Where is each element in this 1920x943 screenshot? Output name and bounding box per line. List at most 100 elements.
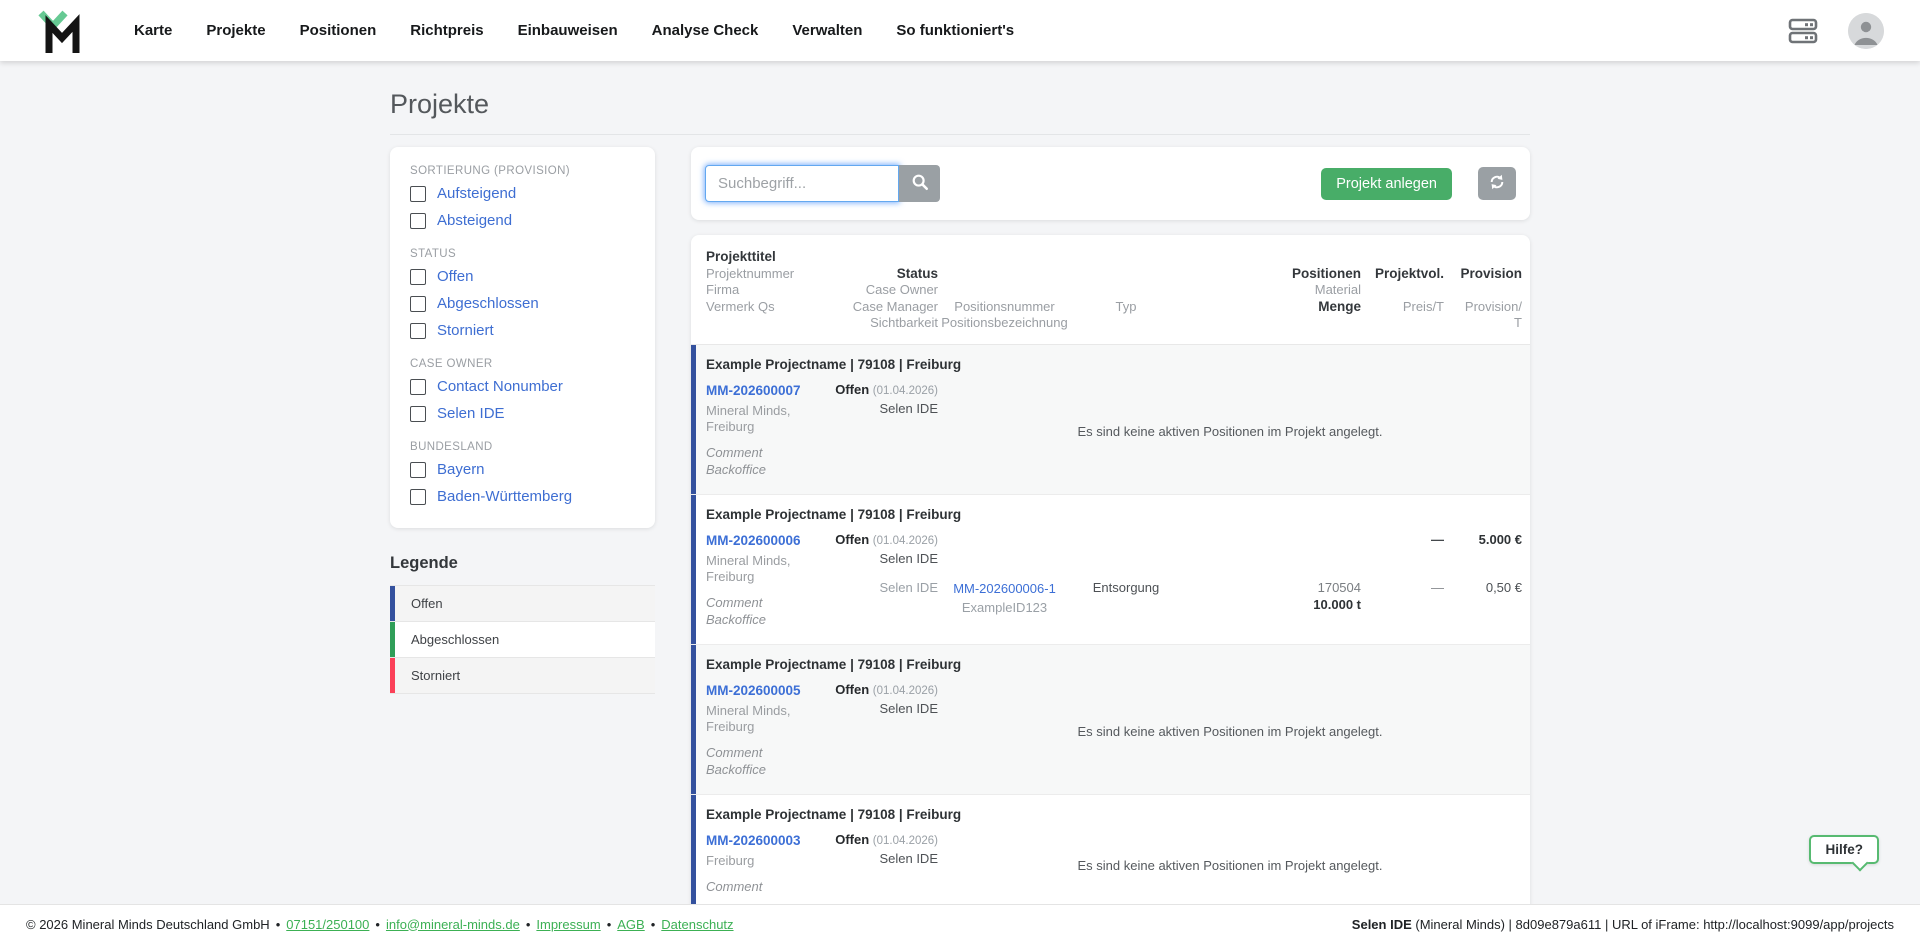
footer-link-info-mineral-minds-de[interactable]: info@mineral-minds.de [386,917,520,932]
checkbox-icon[interactable] [410,378,426,395]
project-notes: Comment Backoffice [706,744,766,777]
search-input[interactable] [705,165,899,202]
header-label: Firma [706,282,740,297]
legend-item: Storniert [390,658,655,694]
case-owner: Selen IDE [879,700,938,716]
nav-item-projekte[interactable]: Projekte [192,14,279,47]
footer-separator: • [606,916,612,932]
legend-list: Offen Abgeschlossen Storniert [390,585,655,694]
checkbox-icon[interactable] [410,268,426,285]
project-company: Mineral Minds, Freiburg [706,552,791,584]
filter-option-bayern[interactable]: Bayern [410,456,635,483]
checkbox-icon[interactable] [410,461,426,478]
projects-table: Projekttitel Projektnummer Firma Vermerk Qs… [691,235,1530,911]
header-label: Provision/ [1464,298,1522,314]
filter-option-offen[interactable]: Offen [410,263,635,290]
nav-right [1786,12,1884,49]
nav-menu: Karte Projekte Positionen Richtpreis Einbauw… [120,14,1028,47]
top-navbar: Karte Projekte Positionen Richtpreis Einbauw… [0,0,1920,61]
filter-option-contact-nonumber[interactable]: Contact Nonumber [410,373,635,400]
nav-item-richtpreis[interactable]: Richtpreis [396,14,497,47]
footer-link-agb[interactable]: AGB [617,917,644,932]
header-label: Typ [1115,298,1137,314]
refresh-button[interactable] [1478,167,1516,200]
help-button[interactable]: Hilfe? [1809,835,1879,864]
checkbox-icon[interactable] [410,295,426,312]
legend-title: Legende [390,554,458,572]
toolbar-actions: Projekt anlegen [1321,167,1516,200]
checkbox-icon[interactable] [410,488,426,505]
table-header: Projekttitel Projektnummer Firma Vermerk Qs… [691,235,1530,345]
filter-option-label: Abgeschlossen [437,295,539,312]
nav-item-analyse-check[interactable]: Analyse Check [638,14,773,47]
footer-separator: • [650,916,656,932]
header-label: Projekttitel [706,249,776,264]
position-number-link[interactable]: MM-202600006-1 [953,581,1056,596]
footer-link-07151-250100[interactable]: 07151/250100 [286,917,369,932]
filter-section-heading: CASE OWNER [410,358,493,370]
header-label: Positionsnummer [954,298,1055,314]
filter-option-aufsteigend[interactable]: Aufsteigend [410,180,635,207]
nav-item-verwalten[interactable]: Verwalten [778,14,876,47]
footer-separator: • [275,916,281,932]
checkbox-icon[interactable] [410,322,426,339]
nav-item-so-funktioniert-s[interactable]: So funktioniert's [882,14,1028,47]
project-provision: 5.000 € [1478,531,1522,547]
project-number-link[interactable]: MM-202600007 [706,383,801,398]
table-row: Example Projectname | 79108 | Freiburg MM… [691,643,1530,794]
mineral-minds-logo-icon[interactable] [36,7,82,55]
filter-option-abgeschlossen[interactable]: Abgeschlossen [410,290,635,317]
status-label: Offen [835,531,870,547]
filter-option-label: Offen [437,268,474,285]
filter-option-absteigend[interactable]: Absteigend [410,207,635,234]
project-status: Offen (01.04.2026) [826,382,938,397]
project-status: Offen (01.04.2026) [826,832,938,847]
checkbox-icon[interactable] [410,405,426,422]
search-button[interactable] [899,165,940,202]
header-label: Menge [1318,298,1361,314]
header-label: Provision [1460,265,1522,281]
main-content: Projekte SORTIERUNG (PROVISION) Aufsteige… [390,61,1530,911]
session-info: Selen IDE (Mineral Minds) | 8d09e879a611… [1352,917,1894,932]
nav-item-einbauweisen[interactable]: Einbauweisen [504,14,632,47]
filter-option-label: Selen IDE [437,405,505,422]
position-label: ExampleID123 [961,599,1048,615]
project-notes: Comment [706,878,763,894]
nav-item-karte[interactable]: Karte [120,14,186,47]
cards-icon[interactable] [1786,17,1820,45]
project-number-link[interactable]: MM-202600006 [706,533,801,548]
create-project-button[interactable]: Projekt anlegen [1321,167,1452,200]
filter-option-label: Storniert [437,322,494,339]
nav-item-positionen[interactable]: Positionen [286,14,391,47]
search-group [705,165,940,202]
project-company: Mineral Minds, Freiburg [706,702,791,734]
project-number-link[interactable]: MM-202600003 [706,833,801,848]
position-type: Entsorgung [1092,579,1160,595]
position-quantity: 10.000 t [1313,596,1361,612]
status-label: Offen [835,681,870,697]
filter-option-baden-württemberg[interactable]: Baden-Württemberg [410,483,635,510]
header-label: Projektvol. [1374,265,1444,281]
filter-option-label: Aufsteigend [437,185,517,202]
project-company: Mineral Minds, Freiburg [706,402,791,434]
toolbar-card: Projekt anlegen [691,147,1530,220]
filter-option-label: Absteigend [437,212,513,229]
filter-option-label: Bayern [437,461,485,478]
footer-link-datenschutz[interactable]: Datenschutz [661,917,733,932]
project-number-link[interactable]: MM-202600005 [706,683,801,698]
checkbox-icon[interactable] [410,185,426,202]
header-column: Typ [1071,249,1181,332]
case-owner: Selen IDE [879,550,938,566]
filter-option-storniert[interactable]: Storniert [410,317,635,344]
checkbox-icon[interactable] [410,212,426,229]
filter-option-label: Baden-Württemberg [437,488,573,505]
session-details: (Mineral Minds) | 8d09e879a611 | URL of … [1411,916,1894,932]
footer: © 2026 Mineral Minds Deutschland GmbH • 0… [0,904,1920,943]
footer-link-impressum[interactable]: Impressum [536,917,600,932]
filter-option-selen-ide[interactable]: Selen IDE [410,400,635,427]
search-icon [911,173,929,194]
app-page: Karte Projekte Positionen Richtpreis Einbauw… [0,0,1920,943]
project-title: Example Projectname | 79108 | Freiburg [706,656,962,672]
legend-label: Abgeschlossen [411,632,500,647]
avatar-icon[interactable] [1848,12,1884,49]
